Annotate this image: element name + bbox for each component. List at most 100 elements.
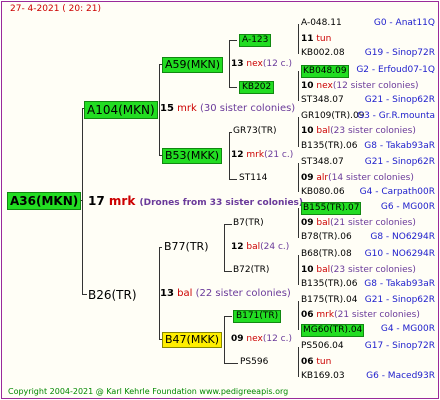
queen-b47[interactable]: B47(MKK)	[162, 332, 223, 348]
b171-note: (21 sister colonies)	[334, 310, 420, 320]
queen-b72[interactable]: B72(TR)	[233, 265, 269, 276]
queen-kb202[interactable]: KB202	[239, 81, 275, 94]
connector	[229, 179, 237, 180]
b7-note: (21 sister colonies)	[330, 218, 416, 228]
root-queen[interactable]: A36(MKN)	[7, 192, 82, 210]
ancestor-name[interactable]: B68(TR).08	[301, 249, 352, 260]
ancestor-name[interactable]: B135(TR).06	[301, 279, 357, 290]
root-gen-num: 17	[88, 194, 105, 208]
date-stamp: 27- 4-2021 ( 20: 21)	[10, 4, 101, 14]
queen-a123[interactable]: A-123	[239, 34, 272, 47]
a104-code: mrk	[177, 103, 197, 114]
st114-note: (14 sister colonies)	[328, 173, 414, 183]
ancestor-ref: G6 - MG00R	[380, 202, 435, 212]
queen-gr73[interactable]: GR73(TR)	[233, 126, 276, 137]
ancestor-name[interactable]: ST348.07	[301, 95, 344, 106]
ancestor-ref: G4 - MG00R	[380, 324, 435, 334]
connector	[224, 316, 225, 363]
a104-num: 15	[160, 103, 174, 114]
b53-code: mrk	[246, 150, 265, 160]
ancestor-name[interactable]: KB048.09	[301, 65, 349, 78]
connector	[229, 40, 237, 41]
connector	[229, 40, 230, 87]
a59-num: 13	[231, 59, 244, 69]
ancestor-name[interactable]: KB169.03	[301, 371, 345, 382]
kb202-num: 10	[301, 81, 314, 91]
ancestor-name[interactable]: PS506.04	[301, 341, 344, 352]
a59-code: nex	[246, 59, 263, 69]
ancestor-ref: G21 - Sinop62R	[364, 157, 435, 167]
kb202-note: (12 sister colonies)	[332, 81, 419, 91]
connector	[224, 363, 238, 364]
b7-code: bal	[316, 218, 331, 228]
ancestor-name[interactable]: KB080.06	[301, 187, 345, 198]
connector	[298, 255, 299, 285]
queen-a59[interactable]: A59(MKN)	[162, 57, 224, 73]
b171-drone-line: 06 mrk(21 sister colonies)	[301, 310, 420, 321]
ancestor-ref: G21 - Sinop62R	[364, 295, 435, 305]
connector	[298, 117, 299, 147]
root-gen-code: mrk	[108, 194, 136, 208]
queen-b77[interactable]: B77(TR)	[162, 240, 211, 254]
ancestor-ref: G17 - Sinop72R	[364, 341, 435, 351]
copyright-footer: Copyright 2004-2021 @ Karl Kehrle Founda…	[8, 387, 289, 396]
a123-num: 11	[301, 34, 314, 44]
b77-note: (24 c.)	[260, 242, 290, 252]
kb202-code: nex	[316, 81, 333, 91]
gr73-code: bal	[316, 126, 331, 136]
connector	[298, 208, 299, 238]
b7-num: 09	[301, 218, 314, 228]
connector	[224, 224, 225, 271]
root-drone-line: 17 mrk (Drones from 33 sister colonies)	[88, 194, 303, 210]
a59-note: (12 c.)	[262, 59, 292, 69]
connector	[298, 347, 299, 377]
queen-st114[interactable]: ST114	[239, 173, 267, 184]
b47-note: (12 c.)	[262, 334, 292, 344]
ancestor-name[interactable]: GR109(TR).09	[301, 111, 365, 122]
connector	[224, 316, 232, 317]
ps596-num: 06	[301, 357, 314, 367]
connector	[298, 24, 299, 54]
b171-num: 06	[301, 310, 314, 320]
ancestor-name[interactable]: B135(TR).06	[301, 141, 357, 152]
queen-b53[interactable]: B53(MKK)	[162, 148, 223, 164]
ancestor-name[interactable]: A-048.11	[301, 18, 342, 29]
connector	[229, 132, 230, 179]
ancestor-ref: G19 - Sinop72R	[364, 48, 435, 58]
ancestor-name[interactable]: MG60(TR).04	[301, 324, 365, 337]
b72-num: 10	[301, 265, 314, 275]
queen-ps596[interactable]: PS596	[240, 357, 268, 368]
b53-drone-line: 12 mrk(21 c.)	[231, 150, 293, 161]
ancestor-name[interactable]: ST348.07	[301, 157, 344, 168]
a59-drone-line: 13 nex(12 c.)	[231, 59, 292, 70]
b26-num: 13	[160, 288, 174, 299]
b77-code: bal	[246, 242, 261, 252]
b47-code: nex	[246, 334, 263, 344]
connector	[298, 163, 299, 192]
b7-drone-line: 09 bal(21 sister colonies)	[301, 218, 416, 229]
ancestor-name[interactable]: B78(TR).06	[301, 232, 352, 243]
ancestor-name[interactable]: B175(TR).04	[301, 295, 357, 306]
ps596-code: tun	[316, 357, 332, 367]
queen-b171[interactable]: B171(TR)	[233, 310, 282, 323]
connector	[298, 301, 299, 330]
gr73-note: (23 sister colonies)	[330, 126, 416, 136]
st114-code: alr	[316, 173, 329, 183]
queen-b26[interactable]: B26(TR)	[86, 287, 139, 303]
b26-note: (22 sister colonies)	[195, 288, 291, 299]
queen-b7[interactable]: B7(TR)	[233, 218, 264, 229]
a123-drone-line: 11 tun	[301, 34, 331, 45]
b26-drone-line: 13 bal (22 sister colonies)	[160, 288, 291, 299]
b72-note: (23 sister colonies)	[330, 265, 416, 275]
ancestor-name[interactable]: B155(TR).07	[301, 202, 362, 215]
connector	[224, 271, 232, 272]
ancestor-ref: G2 - Erfoud07-1Q	[356, 65, 435, 75]
connector	[229, 132, 232, 133]
b53-note: (21 c.)	[264, 150, 294, 160]
ancestor-ref: G0 - Anat11Q	[373, 18, 435, 28]
a104-drone-line: 15 mrk (30 sister colonies)	[160, 103, 295, 114]
st114-drone-line: 09 alr(14 sister colonies)	[301, 173, 414, 184]
ancestor-name[interactable]: KB002.08	[301, 48, 345, 59]
a104-note: (30 sister colonies)	[199, 103, 296, 114]
queen-a104[interactable]: A104(MKN)	[84, 101, 158, 119]
